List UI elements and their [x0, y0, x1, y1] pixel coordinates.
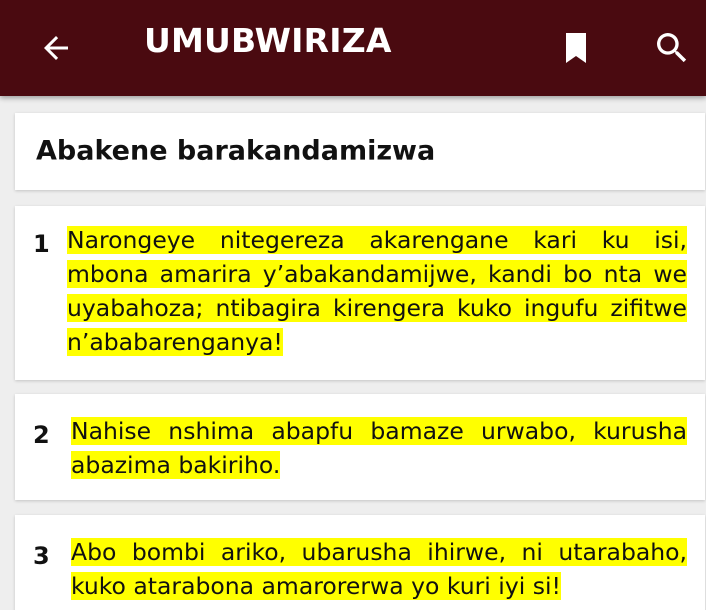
verse-text[interactable]: Abo bombi ariko, ubarusha ihirwe, ni uta…: [71, 535, 687, 603]
verse-card[interactable]: 2 Nahise nshima abapfu bamaze urwabo, ku…: [15, 394, 705, 500]
chapter-content[interactable]: Abakene barakandamizwa 1 Narongeye niteg…: [0, 96, 706, 610]
chapter-heading-card: Abakene barakandamizwa: [15, 113, 705, 190]
verse-highlight: Abo bombi ariko, ubarusha ihirwe, ni uta…: [71, 538, 687, 600]
arrow-back-icon: [44, 36, 68, 60]
bookmark-icon: [566, 33, 586, 63]
verse-card[interactable]: 3 Abo bombi ariko, ubarusha ihirwe, ni u…: [15, 515, 705, 610]
verse-highlight: Nahise nshima abapfu bamaze urwabo, kuru…: [71, 417, 687, 479]
verse-row: 1 Narongeye nitegereza akarengane kari k…: [33, 223, 687, 359]
search-button[interactable]: [640, 0, 704, 96]
verse-row: 3 Abo bombi ariko, ubarusha ihirwe, ni u…: [33, 535, 687, 603]
verse-text[interactable]: Nahise nshima abapfu bamaze urwabo, kuru…: [71, 414, 687, 482]
app-bar: UMUBWIRIZA: [0, 0, 706, 96]
bookmark-button[interactable]: [544, 0, 608, 96]
chapter-heading: Abakene barakandamizwa: [36, 135, 436, 167]
verse-highlight: Narongeye nitegereza akarengane kari ku …: [67, 226, 687, 356]
back-button[interactable]: [24, 0, 88, 96]
verse-number: 1: [33, 230, 50, 258]
verse-row: 2 Nahise nshima abapfu bamaze urwabo, ku…: [33, 414, 687, 482]
verse-card[interactable]: 1 Narongeye nitegereza akarengane kari k…: [15, 206, 705, 380]
app-title: UMUBWIRIZA: [144, 21, 392, 60]
search-icon: [657, 33, 687, 63]
verse-text[interactable]: Narongeye nitegereza akarengane kari ku …: [67, 223, 687, 359]
verse-number: 2: [33, 421, 50, 449]
verse-number: 3: [33, 542, 50, 570]
